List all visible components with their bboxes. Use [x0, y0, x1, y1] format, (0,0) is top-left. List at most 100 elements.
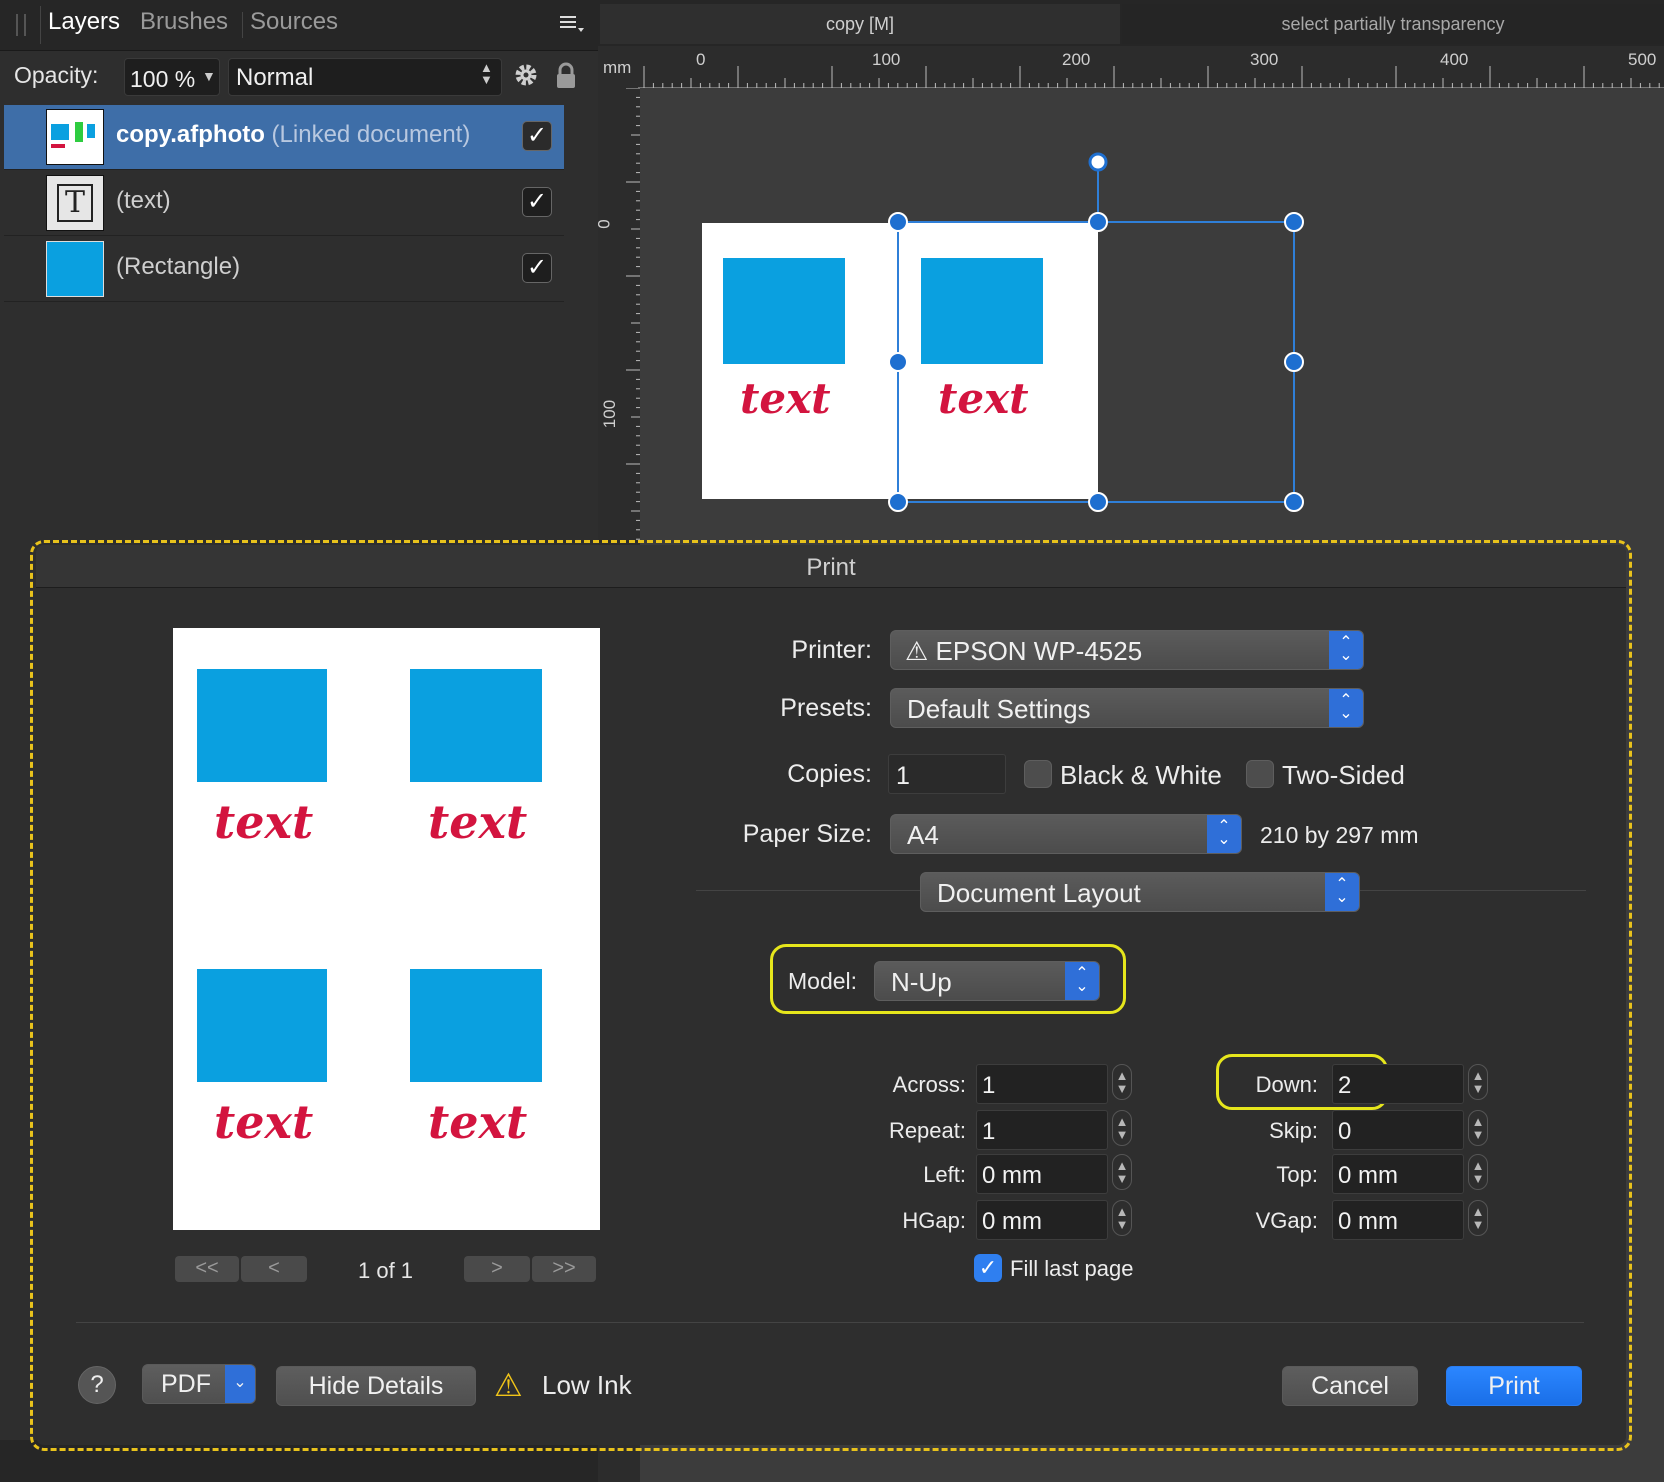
layer-visibility-checkbox[interactable]: ✓	[522, 187, 552, 217]
black-white-checkbox[interactable]	[1024, 760, 1052, 788]
up-down-chevron-icon: ⌃ ⌄	[1207, 815, 1241, 853]
up-down-chevron-icon: ⌃ ⌄	[1325, 873, 1359, 911]
hgap-stepper[interactable]: ▲ ▼	[1112, 1200, 1132, 1240]
across-stepper[interactable]: ▲ ▼	[1112, 1064, 1132, 1104]
layer-row-text[interactable]: T (text) ✓	[4, 171, 564, 236]
up-down-chevron-icon: ⌃ ⌄	[1329, 631, 1363, 669]
two-sided-checkbox[interactable]	[1246, 760, 1274, 788]
preview-blue-rectangle	[410, 669, 542, 782]
warning-icon: ⚠	[905, 636, 929, 666]
previous-page-button[interactable]: <	[241, 1256, 307, 1282]
hide-details-button[interactable]: Hide Details	[276, 1366, 476, 1406]
layer-name: (Rectangle)	[116, 253, 241, 280]
help-button[interactable]: ?	[78, 1366, 116, 1404]
layer-thumbnail	[46, 241, 104, 297]
repeat-label: Repeat:	[888, 1118, 966, 1143]
ruler-label: 500	[1628, 50, 1657, 69]
preview-text: text	[214, 795, 314, 849]
opacity-label: Opacity:	[14, 62, 99, 88]
selection-bounding-box[interactable]	[880, 150, 1320, 520]
page-indicator: 1 of 1	[358, 1258, 414, 1283]
ruler-label: 200	[1062, 50, 1091, 69]
down-input[interactable]	[1332, 1064, 1464, 1104]
ruler-ticks	[638, 66, 1664, 88]
tab-layers[interactable]: Layers	[48, 8, 120, 36]
top-margin-label: Top:	[1276, 1162, 1318, 1187]
gear-icon[interactable]	[513, 62, 539, 88]
last-page-button[interactable]: >>	[532, 1256, 596, 1282]
top-margin-stepper[interactable]: ▲ ▼	[1468, 1154, 1488, 1194]
preview-text: text	[214, 1095, 314, 1149]
fill-last-page-label: Fill last page	[1010, 1256, 1134, 1281]
vgap-stepper[interactable]: ▲ ▼	[1468, 1200, 1488, 1240]
document-tab-copy[interactable]: copy [M]	[600, 4, 1120, 44]
blend-mode-value: Normal	[236, 64, 314, 91]
model-select[interactable]: N-Up ⌃ ⌄	[874, 961, 1100, 1001]
layer-visibility-checkbox[interactable]: ✓	[522, 121, 552, 151]
panel-menu-icon[interactable]	[560, 14, 586, 34]
ruler-label: 300	[1250, 50, 1279, 69]
printer-select[interactable]: ⚠ EPSON WP-4525 ⌃ ⌄	[890, 630, 1364, 670]
paper-size-select[interactable]: A4 ⌃ ⌄	[890, 814, 1242, 854]
copies-value: 1	[896, 762, 910, 790]
artwork-text[interactable]: text	[740, 374, 831, 423]
ruler-label: 100	[872, 50, 901, 69]
layer-row-linked-document[interactable]: copy.afphoto (Linked document) ✓	[4, 105, 564, 170]
document-tab-select[interactable]: select partially transparency	[1122, 4, 1664, 44]
next-page-button[interactable]: >	[464, 1256, 530, 1282]
skip-stepper[interactable]: ▲ ▼	[1468, 1110, 1488, 1150]
preview-blue-rectangle	[197, 969, 327, 1082]
up-down-chevron-icon: ⌃ ⌄	[1329, 689, 1363, 727]
opacity-value: 100 %	[130, 66, 196, 92]
down-stepper[interactable]: ▲ ▼	[1468, 1064, 1488, 1104]
panel-grip-handle[interactable]	[16, 14, 26, 36]
layer-name: copy.afphoto (Linked document)	[116, 121, 471, 148]
black-white-label: Black & White	[1060, 760, 1222, 790]
printer-label: Printer:	[791, 636, 872, 664]
paper-size-label: Paper Size:	[742, 820, 872, 848]
preview-text: text	[428, 795, 528, 849]
print-button[interactable]: Print	[1446, 1366, 1582, 1406]
layer-row-rectangle[interactable]: (Rectangle) ✓	[4, 237, 564, 302]
up-down-arrows-icon: ▲ ▼	[480, 60, 493, 87]
two-sided-label: Two-Sided	[1282, 760, 1405, 790]
repeat-input[interactable]	[976, 1110, 1108, 1150]
tab-divider	[242, 12, 243, 38]
layer-name: (text)	[116, 187, 171, 214]
pdf-menu-button[interactable]: PDF ⌄	[142, 1364, 256, 1404]
warning-icon: ⚠	[494, 1367, 523, 1403]
low-ink-label: Low Ink	[542, 1370, 632, 1400]
layer-thumbnail	[46, 109, 104, 165]
repeat-stepper[interactable]: ▲ ▼	[1112, 1110, 1132, 1150]
presets-label: Presets:	[780, 694, 872, 722]
section-select[interactable]: Document Layout ⌃ ⌄	[920, 872, 1360, 912]
vgap-value: 0 mm	[1338, 1208, 1398, 1235]
blue-rectangle[interactable]	[723, 258, 845, 364]
tab-divider	[40, 6, 41, 44]
copies-label: Copies:	[787, 760, 872, 788]
left-margin-stepper[interactable]: ▲ ▼	[1112, 1154, 1132, 1194]
model-label: Model:	[788, 968, 858, 994]
ruler-unit: mm	[603, 58, 632, 77]
chevron-down-icon[interactable]: ▼	[202, 68, 216, 84]
vgap-label: VGap:	[1255, 1208, 1318, 1233]
cancel-button[interactable]: Cancel	[1282, 1366, 1418, 1406]
across-input[interactable]	[976, 1064, 1108, 1104]
top-margin-value: 0 mm	[1338, 1162, 1398, 1189]
skip-input[interactable]	[1332, 1110, 1464, 1150]
down-label: Down:	[1255, 1072, 1318, 1097]
up-down-chevron-icon: ⌃ ⌄	[1065, 962, 1099, 1000]
layer-visibility-checkbox[interactable]: ✓	[522, 253, 552, 283]
preview-blue-rectangle	[410, 969, 542, 1082]
down-value: 2	[1338, 1072, 1352, 1099]
divider	[76, 1322, 1584, 1323]
lock-icon[interactable]	[556, 62, 576, 90]
first-page-button[interactable]: <<	[175, 1256, 239, 1282]
tab-sources[interactable]: Sources	[250, 8, 338, 36]
preview-text: text	[428, 1095, 528, 1149]
presets-select[interactable]: Default Settings ⌃ ⌄	[890, 688, 1364, 728]
tab-brushes[interactable]: Brushes	[140, 8, 228, 36]
fill-last-page-checkbox[interactable]: ✓	[974, 1254, 1002, 1282]
chevron-down-icon: ⌄	[225, 1365, 255, 1403]
hgap-label: HGap:	[902, 1208, 966, 1233]
